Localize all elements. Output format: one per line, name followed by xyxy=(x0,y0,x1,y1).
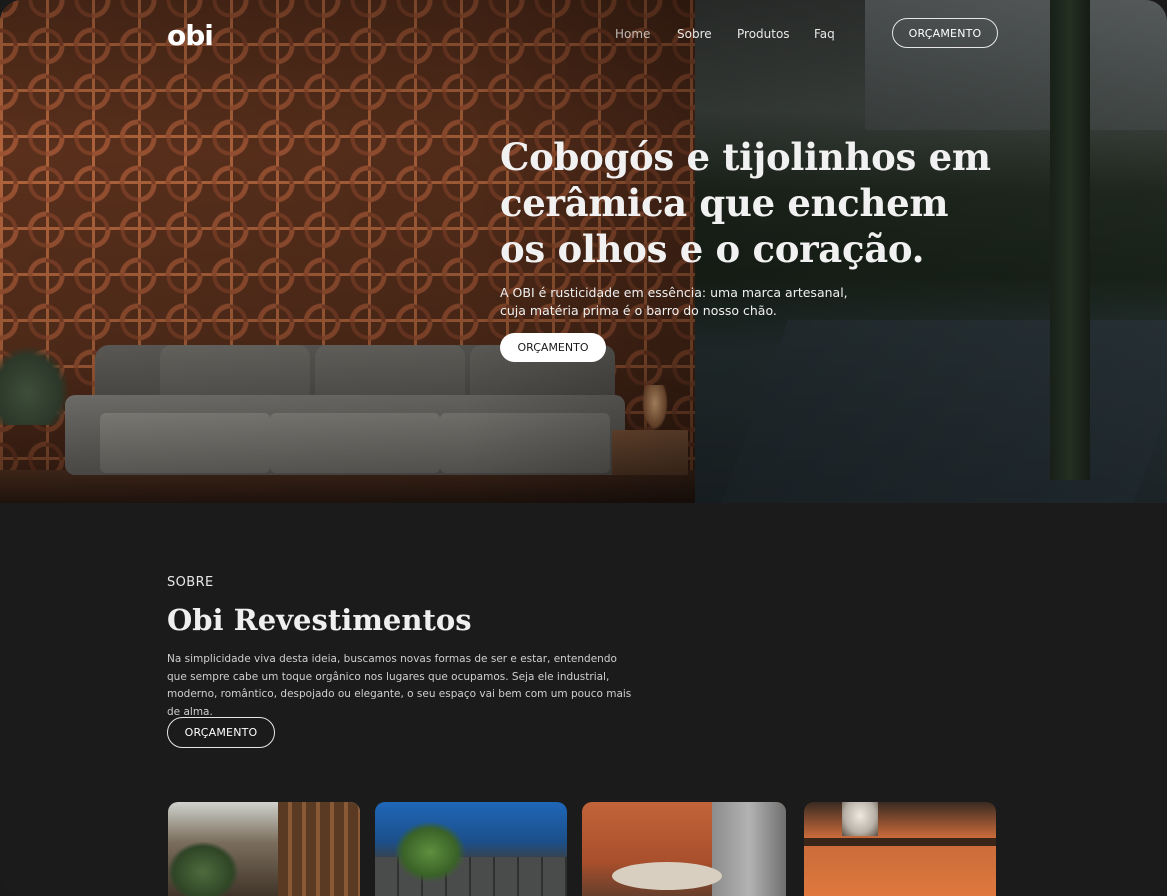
hero-subtitle: A OBI é rusticidade em essência: uma mar… xyxy=(500,285,848,318)
nav-link-faq[interactable]: Faq xyxy=(814,26,835,42)
hero-orcamento-button[interactable]: ORÇAMENTO xyxy=(500,333,606,362)
logo[interactable]: obi xyxy=(167,20,214,52)
gallery-image-dining-room[interactable] xyxy=(582,802,786,896)
nav-link-produtos[interactable]: Produtos xyxy=(737,26,790,42)
nav-link-home[interactable]: Home xyxy=(615,26,650,42)
about-orcamento-button[interactable]: ORÇAMENTO xyxy=(167,717,275,748)
page: obi Home Sobre Produtos Faq ORÇAMENTO Co… xyxy=(0,0,1167,896)
nav-orcamento-button[interactable]: ORÇAMENTO xyxy=(892,18,998,48)
hero-title: Cobogós e tijolinhos em cerâmica que enc… xyxy=(500,135,991,271)
gallery-image-shelf[interactable] xyxy=(804,802,996,896)
about-title: Obi Revestimentos xyxy=(167,603,472,637)
about-text: Na simplicidade viva desta ideia, buscam… xyxy=(167,653,632,718)
about-eyebrow: SOBRE xyxy=(167,575,214,590)
nav-link-sobre[interactable]: Sobre xyxy=(677,26,712,42)
hero-section: obi Home Sobre Produtos Faq ORÇAMENTO Co… xyxy=(0,0,1167,503)
gallery-image-living-room[interactable] xyxy=(168,802,360,896)
gallery-image-blue-wall[interactable] xyxy=(375,802,567,896)
